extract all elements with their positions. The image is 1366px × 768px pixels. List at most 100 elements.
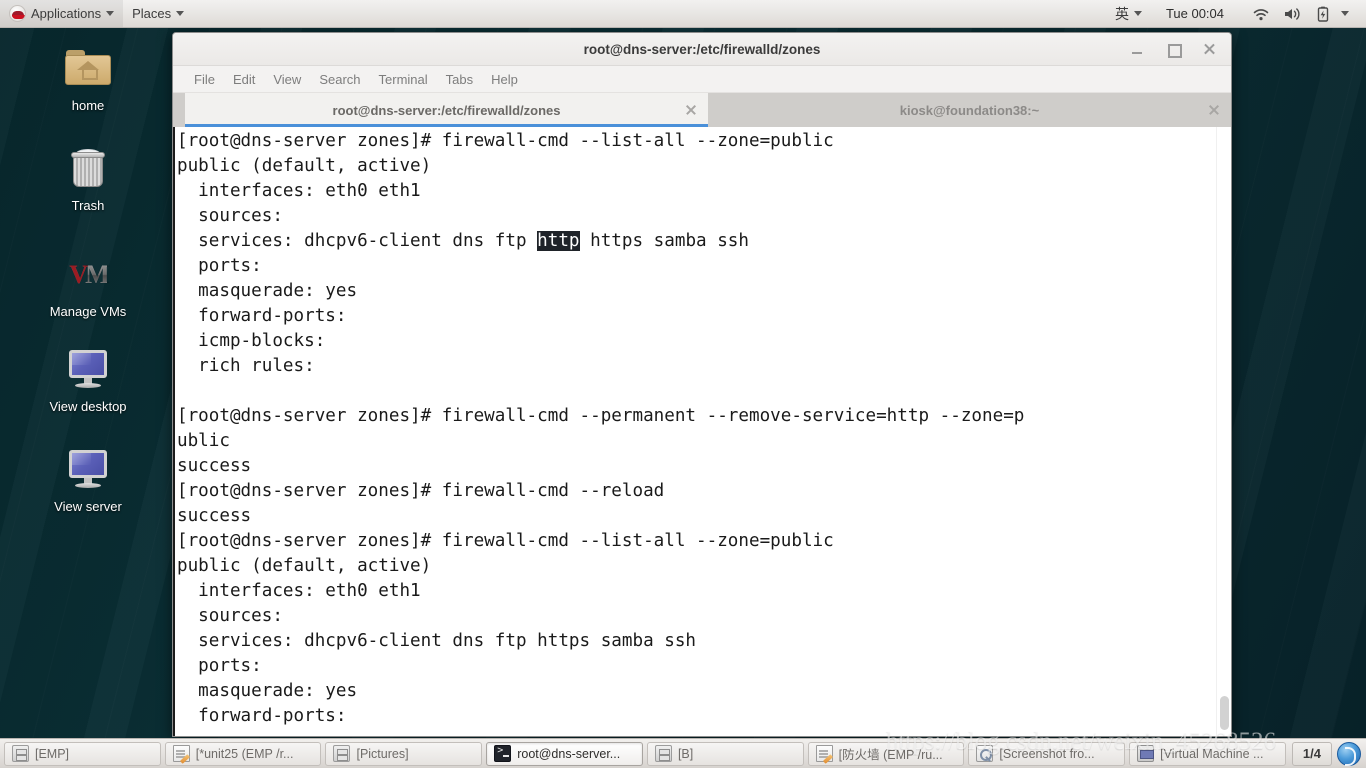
menu-tabs[interactable]: Tabs [437,70,482,89]
terminal-line: masquerade: yes [177,681,358,701]
menu-help[interactable]: Help [482,70,527,89]
terminal-line: sources: [177,606,283,626]
chevron-down-icon [1133,11,1142,16]
files-icon [12,745,29,762]
volume-icon [1282,5,1302,23]
desktop-icon-view-server[interactable]: View server [29,445,147,514]
terminal-line: success [177,506,252,526]
terminal-line: interfaces: eth0 eth1 [177,181,421,201]
wifi-icon [1251,5,1271,23]
files-icon [654,745,672,762]
places-menu[interactable]: Places [123,0,193,27]
terminal-line: interfaces: eth0 eth1 [177,581,421,601]
terminal-window: root@dns-server:/etc/firewalld/zones Fil… [172,32,1232,737]
redhat-logo-icon [9,5,26,22]
terminal-line: icmp-blocks: [177,331,326,351]
menu-file[interactable]: File [185,70,224,89]
terminal-line: [root@dns-server zones]# firewall-cmd --… [177,131,834,151]
terminal-line: rich rules: [177,356,315,376]
taskbar-item[interactable]: [B] [646,741,804,766]
terminal-line: [root@dns-server zones]# firewall-cmd --… [177,531,834,551]
minimize-button[interactable] [1129,41,1145,57]
scrollbar-thumb[interactable] [1220,696,1229,730]
menu-search[interactable]: Search [310,70,369,89]
notes-icon [815,745,833,762]
terminal-body[interactable]: [root@dns-server zones]# firewall-cmd --… [173,127,1231,736]
taskbar-item[interactable]: [*unit25 (EMP /r... [164,741,322,766]
taskbar-item-label: root@dns-server... [517,746,621,761]
terminal-line: ports: [177,656,262,676]
terminal-line: forward-ports: [177,706,347,726]
terminal-scrollbar[interactable] [1216,127,1231,736]
desktop-icon-label: Manage VMs [49,304,127,319]
terminal-line: ports: [177,256,262,276]
top-panel-right: 英 Tue 00:04 [1106,0,1366,27]
terminal-line: public (default, active) [177,156,432,176]
chevron-down-icon [106,11,115,16]
screenshot-icon [976,745,994,762]
system-tray[interactable] [1239,0,1358,27]
taskbar: [EMP] [*unit25 (EMP /r... [Pictures] roo… [0,738,1366,768]
workspace-label: 1/4 [1302,746,1321,761]
terminal-line: services: dhcpv6-client dns ftp https sa… [177,631,697,651]
tab-bar: root@dns-server:/etc/firewalld/zones kio… [173,93,1231,127]
terminal-line: ublic [177,431,230,451]
terminal-line: masquerade: yes [177,281,358,301]
desktop-icon-trash[interactable]: Trash [29,144,147,213]
desktop-icon-label: View desktop [49,399,127,414]
menu-view[interactable]: View [264,70,310,89]
monitor-icon [62,445,114,495]
taskbar-item-label: [Virtual Machine ... [1160,746,1264,761]
clock[interactable]: Tue 00:04 [1151,0,1239,27]
chevron-down-icon [176,11,185,16]
chevron-down-icon [1341,11,1349,16]
terminal-icon [494,745,512,762]
top-panel: Applications Places 英 Tue 00:04 [0,0,1366,28]
maximize-button[interactable] [1165,41,1182,58]
terminal-highlight: http [537,231,580,251]
desktop-icon-label: View server [54,499,122,514]
applications-menu[interactable]: Applications [0,0,124,27]
taskbar-item[interactable]: [EMP] [4,741,161,766]
close-button[interactable] [1201,41,1217,57]
show-desktop-icon[interactable] [1336,741,1361,766]
taskbar-item[interactable]: [Virtual Machine ... [1129,741,1286,766]
taskbar-item[interactable]: [Pictures] [325,741,483,766]
taskbar-item-active[interactable]: root@dns-server... [486,741,643,766]
close-icon[interactable] [1207,103,1221,117]
window-titlebar[interactable]: root@dns-server:/etc/firewalld/zones [173,33,1231,66]
terminal-line: sources: [177,206,283,226]
desktop: Applications Places 英 Tue 00:04 home Tra… [0,0,1366,768]
desktop-icon-home[interactable]: home [29,44,147,113]
workspace-switcher[interactable]: 1/4 [1291,741,1332,766]
terminal-line: services: dhcpv6-client dns ftp http htt… [177,231,749,251]
files-icon [333,745,351,762]
taskbar-item-label: [防火墙 (EMP /ru... [838,748,943,762]
desktop-icon-manage-vms[interactable]: VM Manage VMs [29,250,147,319]
vm-icon [1137,745,1155,762]
taskbar-item[interactable]: [Screenshot fro... [968,741,1126,766]
tab-label: root@dns-server:/etc/firewalld/zones [332,102,561,118]
notes-icon [172,745,190,762]
taskbar-item[interactable]: [防火墙 (EMP /ru... [807,741,965,766]
taskbar-item-label: [*unit25 (EMP /r... [195,746,294,761]
battery-icon [1313,5,1333,23]
menu-terminal[interactable]: Terminal [370,70,437,89]
close-icon[interactable] [684,103,698,117]
terminal-output[interactable]: [root@dns-server zones]# firewall-cmd --… [175,127,1216,736]
home-folder-icon [62,44,114,94]
terminal-line: success [177,456,252,476]
tab-kiosk-foundation38[interactable]: kiosk@foundation38:~ [708,93,1231,127]
taskbar-item-label: [Pictures] [356,746,409,761]
terminal-line: [root@dns-server zones]# firewall-cmd --… [177,481,665,501]
clock-label: Tue 00:04 [1165,6,1224,21]
taskbar-item-label: [B] [677,746,694,761]
input-method-label: 英 [1114,5,1129,22]
tab-root-dns-server[interactable]: root@dns-server:/etc/firewalld/zones [185,93,708,127]
input-method-indicator[interactable]: 英 [1106,0,1151,27]
menubar: File Edit View Search Terminal Tabs Help [173,66,1231,93]
desktop-icon-view-desktop[interactable]: View desktop [29,345,147,414]
window-controls [1129,41,1231,58]
menu-edit[interactable]: Edit [224,70,264,89]
terminal-line: [root@dns-server zones]# firewall-cmd --… [177,406,1025,426]
